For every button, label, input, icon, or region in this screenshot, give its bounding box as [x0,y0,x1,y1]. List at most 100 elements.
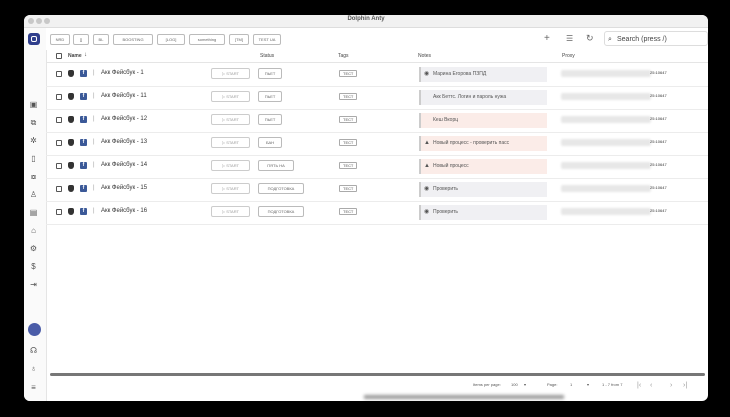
status-badge[interactable]: ПОДГОТОВКА [258,183,304,194]
cookie-robot-icon[interactable]: ⌂ [29,226,38,235]
table-row[interactable]: f | Акк Фейсбук - 1 ▷ START ПЬЕТ ТЕСТ ◉ Марина … [46,63,708,87]
first-page-icon[interactable]: |‹ [637,382,641,389]
proxy-port[interactable]: 25:10647 [650,139,667,144]
tag-badge[interactable]: ТЕСТ [339,139,358,146]
drag-handle-icon[interactable]: | [93,185,95,191]
select-all-checkbox[interactable] [56,53,62,59]
filter-chip[interactable]: BOOSTING [113,34,153,45]
row-checkbox[interactable] [56,209,62,215]
settings-icon[interactable]: ⚙ [29,244,38,253]
drag-handle-icon[interactable]: | [93,208,95,214]
profile-name[interactable]: Акк Фейсбук - 15 [101,185,147,191]
filter-chip[interactable]: [TM] [229,34,249,45]
drag-handle-icon[interactable]: | [93,70,95,76]
note-cell[interactable]: Кеш Вкорц [419,113,547,128]
extensions-icon[interactable]: ⧇ [29,172,38,181]
profile-name[interactable]: Акк Фейсбук - 12 [101,116,147,122]
note-cell[interactable]: Акк Беттс. Логин и пароль нужа [419,90,547,105]
add-profile-icon[interactable]: + [544,33,550,44]
start-button[interactable]: ▷ START [211,91,250,102]
row-checkbox[interactable] [56,71,62,77]
table-row[interactable]: f | Акк Фейсбук - 16 ▷ START ПОДГОТОВКА ТЕСТ ◉… [46,201,708,225]
proxy-port[interactable]: 25:10647 [650,116,667,121]
chevron-down-icon[interactable]: ▾ [587,382,589,387]
profile-name[interactable]: Акк Фейсбук - 16 [101,208,147,214]
note-cell[interactable]: ▲ Новый процесс - проверить пасс [419,136,547,151]
table-row[interactable]: f | Акк Фейсбук - 14 ▷ START ПЯТЬ НА ТЕСТ ▲ Нов… [46,155,708,179]
status-badge[interactable]: ПОДГОТОВКА [258,206,304,217]
api-icon[interactable]: ▤ [29,208,38,217]
filter-chip[interactable]: [LOG] [157,34,185,45]
table-row[interactable]: f | Акк Фейсбук - 11 ▷ START ПЬЕТ ТЕСТ Акк Бет… [46,86,708,110]
logout-icon[interactable]: ⇥ [29,280,38,289]
drag-handle-icon[interactable]: | [93,162,95,168]
tag-badge[interactable]: ТЕСТ [339,116,358,123]
profile-name[interactable]: Акк Фейсбук - 11 [101,93,147,99]
status-badge[interactable]: ПЬЕТ [258,91,282,102]
filter-chip[interactable]: something [189,34,225,45]
status-badge[interactable]: БАН [258,137,282,148]
profile-name[interactable]: Акк Фейсбук - 13 [101,139,147,145]
row-checkbox[interactable] [56,94,62,100]
browser-profiles-icon[interactable]: ▣ [29,100,38,109]
billing-icon[interactable]: $ [29,262,38,271]
column-header-notes[interactable]: Notes [418,53,431,59]
proxy-port[interactable]: 25:10647 [650,185,667,190]
support-icon[interactable]: ☊ [29,346,38,355]
start-button[interactable]: ▷ START [211,114,250,125]
team-icon[interactable]: ♙ [29,190,38,199]
horizontal-scrollbar[interactable] [50,373,705,376]
next-page-icon[interactable]: › [670,382,672,389]
tag-badge[interactable]: ТЕСТ [339,185,358,192]
chevron-down-icon[interactable]: ▾ [524,382,526,387]
menu-icon[interactable]: ≡ [29,383,38,392]
note-cell[interactable]: ▲ Новый процесс [419,159,547,174]
drag-handle-icon[interactable]: | [93,139,95,145]
note-cell[interactable]: ◉ Марина Егорова ПЗПД [419,67,547,82]
table-row[interactable]: f | Акк Фейсбук - 15 ▷ START ПОДГОТОВКА ТЕСТ ◉… [46,178,708,202]
proxy-port[interactable]: 25:10647 [650,162,667,167]
groups-icon[interactable]: ⧉ [29,118,38,127]
prev-page-icon[interactable]: ‹ [650,382,652,389]
row-checkbox[interactable] [56,140,62,146]
proxy-port[interactable]: 25:10647 [650,93,667,98]
column-header-status[interactable]: Status [260,53,274,59]
profile-name[interactable]: Акк Фейсбук - 14 [101,162,147,168]
dolphin-logo[interactable] [28,33,40,45]
filter-chip[interactable]: TEST UA [253,34,281,45]
tag-badge[interactable]: ТЕСТ [339,70,358,77]
start-button[interactable]: ▷ START [211,206,250,217]
status-badge[interactable]: ПЯТЬ НА [258,160,294,171]
search-input[interactable]: ⌕ Search (press /) [604,31,708,46]
column-header-name[interactable]: Name [68,53,82,59]
row-checkbox[interactable] [56,163,62,169]
table-row[interactable]: f | Акк Фейсбук - 13 ▷ START БАН ТЕСТ ▲ Новый п… [46,132,708,156]
proxy-port[interactable]: 25:10647 [650,208,667,213]
note-cell[interactable]: ◉ Проверить [419,205,547,220]
status-badge[interactable]: ПЬЕТ [258,114,282,125]
sort-arrow-icon[interactable]: ↓ [84,52,87,58]
row-checkbox[interactable] [56,117,62,123]
drag-handle-icon[interactable]: | [93,116,95,122]
proxy-port[interactable]: 25:10647 [650,70,667,75]
status-badge[interactable]: ПЬЕТ [258,68,282,79]
tag-badge[interactable]: ТЕСТ [339,162,358,169]
page-select[interactable]: 1 [570,382,572,387]
filter-sort-icon[interactable]: ☰ [566,34,573,43]
refresh-icon[interactable]: ↻ [586,33,594,44]
start-button[interactable]: ▷ START [211,160,250,171]
last-page-icon[interactable]: ›| [683,382,687,389]
mobile-icon[interactable]: ▯ [29,154,38,163]
column-header-proxy[interactable]: Proxy [562,53,575,59]
items-per-page-select[interactable]: 100 [511,382,518,387]
drag-handle-icon[interactable]: | [93,93,95,99]
filter-chip[interactable]: NRD [50,34,70,45]
note-cell[interactable]: ◉ Проверить [419,182,547,197]
filter-chip[interactable]: [] [73,34,89,45]
tips-icon[interactable]: ♁ [29,364,38,373]
user-avatar[interactable] [28,323,41,336]
start-button[interactable]: ▷ START [211,183,250,194]
tag-badge[interactable]: ТЕСТ [339,93,358,100]
filter-chip[interactable]: BL [93,34,109,45]
profile-name[interactable]: Акк Фейсбук - 1 [101,70,144,76]
